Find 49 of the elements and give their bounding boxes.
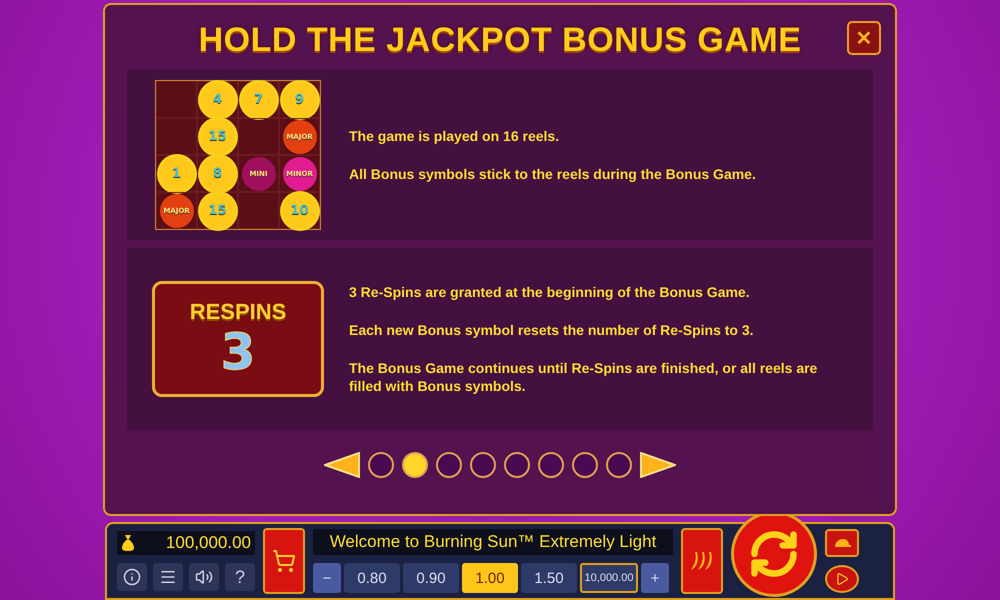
play-icon xyxy=(835,572,849,586)
page-dot[interactable] xyxy=(470,452,496,478)
coin-symbol: 15 xyxy=(200,194,234,228)
page-dot[interactable] xyxy=(402,452,428,478)
coin-symbol: 9 xyxy=(282,82,316,116)
page-dot[interactable] xyxy=(538,452,564,478)
page-dot[interactable] xyxy=(436,452,462,478)
decrease-bet-button[interactable]: − xyxy=(313,563,341,594)
rule-text: The Bonus Game continues until Re-Spins are finished, or all reels are filled with Bonus symbols. xyxy=(349,359,818,395)
coin-symbol: 7 xyxy=(242,82,276,116)
info-icon xyxy=(123,568,141,586)
bet-option[interactable]: 0.90 xyxy=(403,563,459,594)
page-dot[interactable] xyxy=(606,452,632,478)
balance-text: 100,000.00 xyxy=(166,533,251,554)
turbo-button[interactable] xyxy=(825,529,859,558)
help-button[interactable]: ? xyxy=(225,563,255,592)
rule-text: Each new Bonus symbol resets the number of Re-Spins to 3. xyxy=(349,321,755,339)
rule-text: The game is played on 16 reels. xyxy=(349,127,560,145)
page-dot[interactable] xyxy=(572,452,598,478)
rule-text: 3 Re-Spins are granted at the beginning of the Bonus Game. xyxy=(349,283,751,301)
sound-button[interactable] xyxy=(189,563,219,592)
close-button[interactable]: ✕ xyxy=(847,21,881,55)
autoplay-button[interactable] xyxy=(825,565,859,594)
coin-symbol: 8 xyxy=(200,156,234,190)
bet-option[interactable]: 1.00 xyxy=(462,563,518,594)
coin-symbol: 1 xyxy=(160,156,194,190)
peppers-button[interactable] xyxy=(681,528,723,594)
rule-text: All Bonus symbols stick to the reels during the Bonus Game. xyxy=(349,165,757,183)
increase-bet-button[interactable]: + xyxy=(641,563,669,594)
message-text: Welcome to Burning Sun™ Extremely Light xyxy=(313,529,673,556)
coin-symbol: 10 xyxy=(282,194,316,228)
coin-symbol: 4 xyxy=(200,82,234,116)
total-bet-display[interactable]: 10,000.00 xyxy=(580,563,638,594)
respins-label: RESPINS xyxy=(190,299,286,325)
sound-icon xyxy=(195,568,213,586)
page-dot[interactable] xyxy=(368,452,394,478)
page-dot[interactable] xyxy=(504,452,530,478)
cart-icon xyxy=(272,549,296,574)
bet-option[interactable]: 0.80 xyxy=(344,563,400,594)
menu-button[interactable] xyxy=(153,563,183,592)
money-bag-icon xyxy=(121,534,135,552)
previous-arrow-icon[interactable] xyxy=(324,452,360,478)
coin-symbol: 15 xyxy=(200,120,234,154)
info-button[interactable] xyxy=(117,563,147,592)
next-arrow-icon[interactable] xyxy=(640,452,676,478)
shop-button[interactable] xyxy=(263,528,305,594)
dialog-title: HOLD THE JACKPOT BONUS GAME xyxy=(198,21,802,60)
respins-count: 3 xyxy=(220,325,256,379)
bet-option[interactable]: 1.50 xyxy=(521,563,577,594)
